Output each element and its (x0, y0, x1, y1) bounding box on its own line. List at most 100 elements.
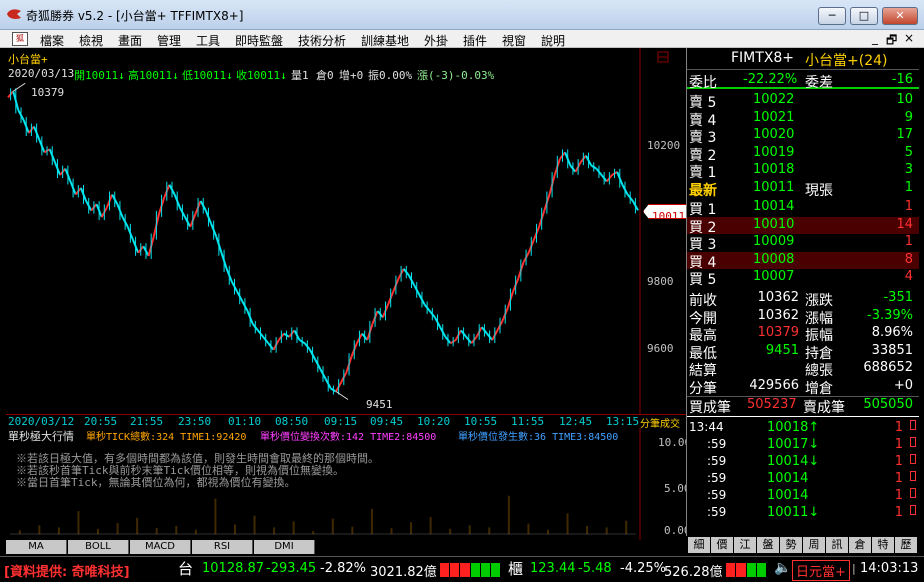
indicator-bar (546, 529, 549, 534)
menu-realtime[interactable]: 即時監盤 (235, 32, 283, 49)
bid-price: 10007 (753, 269, 795, 284)
title-bar: 奇狐勝券 v5.2 - [小台當+ TFFIMTX8+] ─ □ ✕ (0, 0, 924, 30)
tab-dmi[interactable]: DMI (254, 540, 315, 554)
indicator-bar (566, 513, 569, 534)
cur-vol-value: 1 (904, 180, 913, 195)
qtab-news[interactable]: 訊 (826, 537, 848, 553)
tick-time: :59 (707, 471, 727, 485)
menu-view[interactable]: 檢視 (79, 32, 103, 49)
stat-row: 結算 總張 688652 (687, 360, 919, 379)
tick-volume: 1 (894, 488, 903, 503)
x-label-0945: 09:45 (370, 415, 404, 428)
stat-value-left: 10379 (757, 325, 799, 340)
menu-window[interactable]: 視窗 (502, 32, 526, 49)
quote-panel: FIMTX8+ 小台當+(24) 委比 -22.22% 委差 -16 賣 5 10… (686, 48, 920, 538)
last-price-tag: 10011 (643, 204, 689, 219)
tab-ma[interactable]: MA (6, 540, 67, 554)
menu-bar: 狐 檔案 檢視 畫面 管理 工具 即時監盤 技術分析 訓練基地 外掛 插件 視窗… (0, 30, 924, 48)
tick-marker-icon (910, 471, 916, 481)
stat-value-left: 10362 (757, 290, 799, 305)
qtab-detail[interactable]: 細 (688, 537, 710, 553)
quote-last-row: 最新 10011 現張 1 (687, 180, 919, 199)
stat-value-right: +0 (893, 377, 913, 393)
minimize-button[interactable]: ─ (818, 7, 846, 25)
menu-file[interactable]: 檔案 (40, 32, 64, 49)
quote-code: FIMTX8+ (731, 50, 795, 66)
tab-rsi[interactable]: RSI (192, 540, 253, 554)
stat-row: 前收 10362 漲跌 -351 (687, 290, 919, 309)
bid-label: 買 5 (689, 272, 717, 288)
indicator-bar (351, 526, 354, 534)
tick-marker-icon (910, 454, 916, 464)
stat-value-left: 10362 (757, 307, 799, 323)
app-menu-icon[interactable]: 狐 (12, 32, 28, 46)
x-label-1155: 11:55 (511, 415, 545, 428)
ask-qty: 10 (896, 92, 913, 107)
x-label-2055: 20:55 (84, 415, 118, 428)
indicator-bar (77, 511, 80, 534)
menu-tools[interactable]: 工具 (196, 32, 220, 49)
stat-row: 最高 10379 振幅 8.96% (687, 325, 919, 344)
tick-marker-icon (910, 420, 916, 430)
tab-macd[interactable]: MACD (130, 540, 191, 554)
qtab-position[interactable]: 倉 (849, 537, 871, 553)
twse-percent: -2.82% (320, 561, 366, 576)
quote-selector[interactable]: 日元當+ (792, 560, 850, 581)
menu-technical[interactable]: 技術分析 (298, 32, 346, 49)
indicator-bar (625, 520, 628, 534)
bid-price: 10014 (753, 199, 795, 214)
stat-value-right: -3.39% (867, 307, 913, 323)
tick-price: 10018↑ (767, 420, 820, 435)
indicator-bar (586, 525, 589, 534)
qtab-price[interactable]: 價 (711, 537, 733, 553)
tick-time: :59 (707, 437, 727, 451)
ratio-label: 委比 (689, 75, 717, 91)
qtab-jiang[interactable]: 江 (734, 537, 756, 553)
menu-screen[interactable]: 畫面 (118, 32, 142, 49)
x-axis: 2020/03/12 20:55 21:55 23:50 01:10 08:50… (6, 414, 686, 430)
bid-qty: 14 (896, 216, 913, 232)
close-button[interactable]: ✕ (882, 7, 918, 25)
indicator-bar (136, 517, 139, 534)
qtab-special[interactable]: 特 (872, 537, 894, 553)
indicator-chart-svg (10, 428, 641, 540)
x-label-2155: 21:55 (130, 415, 164, 428)
y-tick-9800: 9800 (647, 275, 674, 288)
indicator-bar (18, 530, 21, 534)
stat-row: 分筆 429566 增倉 +0 (687, 377, 919, 397)
window-title: 奇狐勝券 v5.2 - [小台當+ TFFIMTX8+] (26, 9, 244, 23)
qtab-trend[interactable]: 勢 (780, 537, 802, 553)
tick-price: 10017↓ (767, 437, 820, 452)
indicator-bar (97, 528, 100, 534)
x-label-0850: 08:50 (275, 415, 309, 428)
menu-manage[interactable]: 管理 (157, 32, 181, 49)
qtab-week[interactable]: 周 (803, 537, 825, 553)
clock-divider-icon: | (852, 562, 856, 575)
mdi-minimize-button[interactable]: _ (872, 31, 878, 45)
high-marker-pointer (12, 82, 26, 92)
quote-header: FIMTX8+ 小台當+(24) (687, 50, 919, 70)
menu-plugins-ext[interactable]: 外掛 (424, 32, 448, 49)
ask-row: 賣 3 10020 17 (687, 127, 919, 146)
maximize-button[interactable]: □ (850, 7, 878, 25)
mdi-close-button[interactable]: × (904, 31, 914, 45)
speaker-icon[interactable]: 🔈 (774, 560, 791, 576)
ask-qty: 9 (904, 109, 913, 125)
tab-boll[interactable]: BOLL (68, 540, 129, 554)
menu-addons[interactable]: 插件 (463, 32, 487, 49)
indicator-bar (429, 517, 432, 534)
indicator-bar (214, 498, 217, 534)
price-chart-panel[interactable]: 小台當+ 2020/03/13 開10011↓ 高10011↓ 低10011↓ … (6, 48, 689, 414)
qtab-market[interactable]: 盤 (757, 537, 779, 553)
qtab-history[interactable]: 歷 (895, 537, 917, 553)
x-label-1315: 13:15 (606, 415, 640, 428)
indicator-panel[interactable]: 單秒極大行情 單秒TICK總數:324 TIME1:92420 單秒價位變換次數… (6, 428, 691, 540)
stat-row: 今開 10362 漲幅 -3.39% (687, 307, 919, 327)
tick-row: 13:44 10018↑ 1 (687, 420, 919, 437)
x-label-2350: 23:50 (178, 415, 212, 428)
menu-training[interactable]: 訓練基地 (361, 32, 409, 49)
twse-index: 10128.87 (202, 561, 265, 576)
menu-help[interactable]: 說明 (541, 32, 565, 49)
ratio-value: -22.22% (743, 72, 798, 87)
ask-label: 賣 1 (689, 165, 717, 181)
